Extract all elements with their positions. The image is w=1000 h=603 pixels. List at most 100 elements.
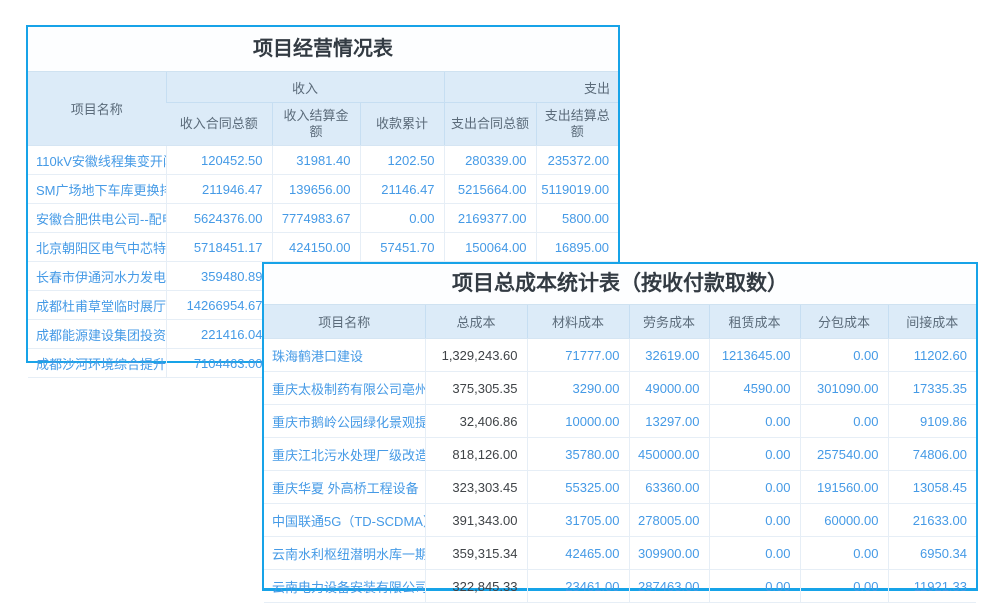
total-cost-cell: 1,329,243.60: [425, 339, 527, 372]
project-name-cell: 重庆太极制药有限公司亳州: [264, 372, 425, 405]
indirect-cost-cell: 13058.45: [888, 471, 976, 504]
table1-group-expense: 支出: [444, 72, 618, 103]
receipts-accumulated-cell: 1202.50: [360, 146, 444, 175]
material-cost-cell: 10000.00: [527, 405, 629, 438]
project-name-cell: 安徽合肥供电公司--配电: [28, 204, 166, 233]
table2-col-indirect-cost: 间接成本: [888, 305, 976, 339]
material-cost-cell: 23461.00: [527, 570, 629, 603]
lease-cost-cell: 4590.00: [709, 372, 800, 405]
total-cost-cell: 32,406.86: [425, 405, 527, 438]
table2-col-lease-cost: 租赁成本: [709, 305, 800, 339]
expense-contract-total-cell: 2169377.00: [444, 204, 536, 233]
labor-cost-cell: 49000.00: [629, 372, 709, 405]
labor-cost-cell: 13297.00: [629, 405, 709, 438]
table1-col-income-contract-total: 收入合同总额: [166, 103, 272, 146]
income-contract-total-cell: 221416.04: [166, 320, 272, 349]
table2-header: 项目名称 总成本 材料成本 劳务成本 租赁成本 分包成本 间接成本: [264, 305, 976, 339]
labor-cost-cell: 287463.00: [629, 570, 709, 603]
lease-cost-cell: 0.00: [709, 438, 800, 471]
income-contract-total-cell: 5718451.17: [166, 233, 272, 262]
lease-cost-cell: 0.00: [709, 504, 800, 537]
expense-settlement-total-cell: 16895.00: [536, 233, 618, 262]
expense-contract-total-cell: 280339.00: [444, 146, 536, 175]
project-name-cell: 珠海鹤港口建设: [264, 339, 425, 372]
table1-row: SM广场地下车库更换排 211946.47 139656.00 21146.47…: [28, 175, 618, 204]
table1-row: 北京朝阳区电气中芯特 5718451.17 424150.00 57451.70…: [28, 233, 618, 262]
lease-cost-cell: 1213645.00: [709, 339, 800, 372]
table2-col-labor-cost: 劳务成本: [629, 305, 709, 339]
labor-cost-cell: 278005.00: [629, 504, 709, 537]
income-contract-total-cell: 211946.47: [166, 175, 272, 204]
project-name-cell: 中国联通5G（TD-SCDMA）: [264, 504, 425, 537]
indirect-cost-cell: 74806.00: [888, 438, 976, 471]
labor-cost-cell: 450000.00: [629, 438, 709, 471]
table1-col-project-name: 项目名称: [28, 72, 166, 146]
receipts-accumulated-cell: 0.00: [360, 204, 444, 233]
table1-header: 项目名称 收入 支出 收入合同总额 收入结算金额 收款累计 支出合同总额 支出结…: [28, 72, 618, 146]
expense-settlement-total-cell: 5119019.00: [536, 175, 618, 204]
project-name-cell: 成都能源建设集团投资: [28, 320, 166, 349]
income-contract-total-cell: 120452.50: [166, 146, 272, 175]
income-settlement-cell: 31981.40: [272, 146, 360, 175]
table1-row: 安徽合肥供电公司--配电 5624376.00 7774983.67 0.00 …: [28, 204, 618, 233]
project-name-cell: 重庆华夏 外高桥工程设备: [264, 471, 425, 504]
labor-cost-cell: 309900.00: [629, 537, 709, 570]
table1-col-expense-contract-total: 支出合同总额: [444, 103, 536, 146]
subcontract-cost-cell: 60000.00: [800, 504, 888, 537]
project-total-cost-table: 项目名称 总成本 材料成本 劳务成本 租赁成本 分包成本 间接成本 珠海鹤港口建…: [264, 305, 976, 603]
total-cost-cell: 818,126.00: [425, 438, 527, 471]
income-contract-total-cell: 7104463.00: [166, 349, 272, 378]
income-contract-total-cell: 14266954.67: [166, 291, 272, 320]
table2-row: 重庆江北污水处理厂级改造 818,126.00 35780.00 450000.…: [264, 438, 976, 471]
subcontract-cost-cell: 0.00: [800, 405, 888, 438]
expense-contract-total-cell: 150064.00: [444, 233, 536, 262]
table2-row: 云南水利枢纽潜明水库一期 359,315.34 42465.00 309900.…: [264, 537, 976, 570]
total-cost-cell: 359,315.34: [425, 537, 527, 570]
material-cost-cell: 42465.00: [527, 537, 629, 570]
total-cost-cell: 391,343.00: [425, 504, 527, 537]
subcontract-cost-cell: 301090.00: [800, 372, 888, 405]
table2-col-total-cost: 总成本: [425, 305, 527, 339]
material-cost-cell: 55325.00: [527, 471, 629, 504]
subcontract-cost-cell: 0.00: [800, 339, 888, 372]
project-name-cell: 110kV安徽线程集变开闭: [28, 146, 166, 175]
expense-settlement-total-cell: 5800.00: [536, 204, 618, 233]
total-cost-cell: 375,305.35: [425, 372, 527, 405]
table1-row: 110kV安徽线程集变开闭 120452.50 31981.40 1202.50…: [28, 146, 618, 175]
indirect-cost-cell: 6950.34: [888, 537, 976, 570]
total-cost-cell: 322,845.33: [425, 570, 527, 603]
indirect-cost-cell: 9109.86: [888, 405, 976, 438]
indirect-cost-cell: 21633.00: [888, 504, 976, 537]
table2-row: 云南电力设备安装有限公司 322,845.33 23461.00 287463.…: [264, 570, 976, 603]
project-total-cost-report-card: 项目总成本统计表（按收付款取数） 项目名称 总成本 材料成本 劳务成本 租赁成本…: [262, 262, 978, 591]
project-name-cell: 重庆市鹅岭公园绿化景观提升: [264, 405, 425, 438]
lease-cost-cell: 0.00: [709, 405, 800, 438]
indirect-cost-cell: 11921.33: [888, 570, 976, 603]
subcontract-cost-cell: 191560.00: [800, 471, 888, 504]
table2-header-row: 项目名称 总成本 材料成本 劳务成本 租赁成本 分包成本 间接成本: [264, 305, 976, 339]
expense-settlement-total-cell: 235372.00: [536, 146, 618, 175]
indirect-cost-cell: 11202.60: [888, 339, 976, 372]
project-name-cell: SM广场地下车库更换排: [28, 175, 166, 204]
lease-cost-cell: 0.00: [709, 537, 800, 570]
total-cost-cell: 323,303.45: [425, 471, 527, 504]
income-contract-total-cell: 5624376.00: [166, 204, 272, 233]
income-settlement-cell: 139656.00: [272, 175, 360, 204]
income-contract-total-cell: 359480.89: [166, 262, 272, 291]
table2-row: 珠海鹤港口建设 1,329,243.60 71777.00 32619.00 1…: [264, 339, 976, 372]
table2-col-subcontract-cost: 分包成本: [800, 305, 888, 339]
table2-row: 重庆市鹅岭公园绿化景观提升 32,406.86 10000.00 13297.0…: [264, 405, 976, 438]
table1-col-expense-settlement-total: 支出结算总额: [536, 103, 618, 146]
table1-col-receipts-accumulated: 收款累计: [360, 103, 444, 146]
material-cost-cell: 71777.00: [527, 339, 629, 372]
table1-group-header-row: 项目名称 收入 支出: [28, 72, 618, 103]
subcontract-cost-cell: 257540.00: [800, 438, 888, 471]
table1-title: 项目经营情况表: [28, 27, 618, 72]
project-name-cell: 云南电力设备安装有限公司: [264, 570, 425, 603]
labor-cost-cell: 32619.00: [629, 339, 709, 372]
income-settlement-cell: 7774983.67: [272, 204, 360, 233]
receipts-accumulated-cell: 21146.47: [360, 175, 444, 204]
table2-body: 珠海鹤港口建设 1,329,243.60 71777.00 32619.00 1…: [264, 339, 976, 603]
labor-cost-cell: 63360.00: [629, 471, 709, 504]
receipts-accumulated-cell: 57451.70: [360, 233, 444, 262]
